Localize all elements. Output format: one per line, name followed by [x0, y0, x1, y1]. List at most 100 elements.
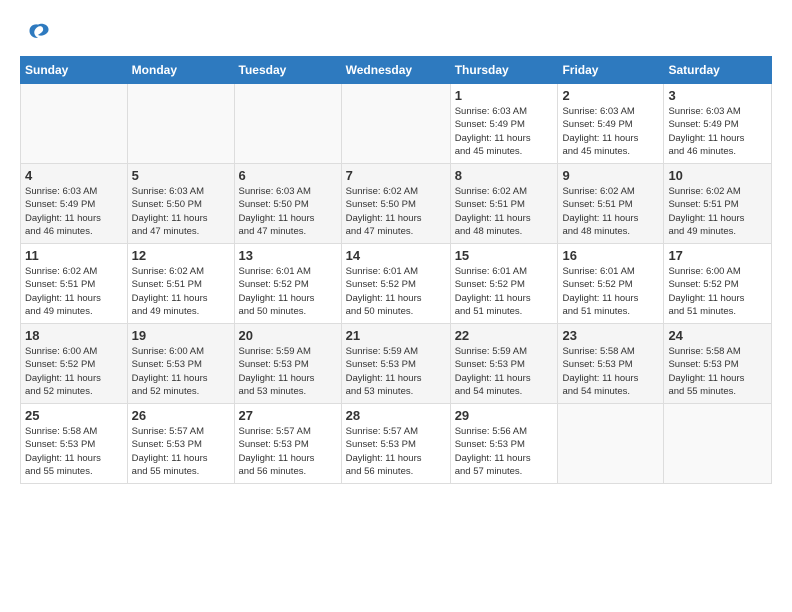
day-number: 28 — [346, 408, 446, 423]
day-number: 4 — [25, 168, 123, 183]
day-info: Sunrise: 6:03 AMSunset: 5:49 PMDaylight:… — [668, 105, 767, 158]
calendar-cell: 9 Sunrise: 6:02 AMSunset: 5:51 PMDaylight… — [558, 164, 664, 244]
day-number: 26 — [132, 408, 230, 423]
day-number: 20 — [239, 328, 337, 343]
day-info: Sunrise: 6:02 AMSunset: 5:51 PMDaylight:… — [25, 265, 123, 318]
day-number: 1 — [455, 88, 554, 103]
day-number: 2 — [562, 88, 659, 103]
calendar-cell — [558, 404, 664, 484]
calendar-cell: 2 Sunrise: 6:03 AMSunset: 5:49 PMDaylight… — [558, 84, 664, 164]
calendar-cell: 23 Sunrise: 5:58 AMSunset: 5:53 PMDayligh… — [558, 324, 664, 404]
calendar-cell: 4 Sunrise: 6:03 AMSunset: 5:49 PMDaylight… — [21, 164, 128, 244]
logo — [20, 20, 52, 48]
calendar-cell: 19 Sunrise: 6:00 AMSunset: 5:53 PMDayligh… — [127, 324, 234, 404]
day-number: 18 — [25, 328, 123, 343]
header-friday: Friday — [558, 57, 664, 84]
day-info: Sunrise: 5:58 AMSunset: 5:53 PMDaylight:… — [668, 345, 767, 398]
calendar-cell: 5Sunrise: 6:03 AMSunset: 5:50 PMDaylight… — [127, 164, 234, 244]
calendar-cell: 10 Sunrise: 6:02 AMSunset: 5:51 PMDayligh… — [664, 164, 772, 244]
day-number: 25 — [25, 408, 123, 423]
header-sunday: Sunday — [21, 57, 128, 84]
day-number: 7 — [346, 168, 446, 183]
calendar-cell: 22 Sunrise: 5:59 AMSunset: 5:53 PMDayligh… — [450, 324, 558, 404]
day-number: 27 — [239, 408, 337, 423]
day-number: 6 — [239, 168, 337, 183]
day-info: Sunrise: 6:01 AMSunset: 5:52 PMDaylight:… — [455, 265, 554, 318]
day-info: Sunrise: 6:01 AMSunset: 5:52 PMDaylight:… — [562, 265, 659, 318]
calendar-cell: 11 Sunrise: 6:02 AMSunset: 5:51 PMDayligh… — [21, 244, 128, 324]
calendar-week-row: 25 Sunrise: 5:58 AMSunset: 5:53 PMDayligh… — [21, 404, 772, 484]
day-number: 16 — [562, 248, 659, 263]
calendar-week-row: 1 Sunrise: 6:03 AMSunset: 5:49 PMDaylight… — [21, 84, 772, 164]
day-number: 23 — [562, 328, 659, 343]
day-number: 15 — [455, 248, 554, 263]
day-number: 22 — [455, 328, 554, 343]
day-info: Sunrise: 5:59 AMSunset: 5:53 PMDaylight:… — [239, 345, 337, 398]
day-number: 8 — [455, 168, 554, 183]
calendar-cell: 3 Sunrise: 6:03 AMSunset: 5:49 PMDaylight… — [664, 84, 772, 164]
day-info: Sunrise: 5:59 AMSunset: 5:53 PMDaylight:… — [455, 345, 554, 398]
calendar-cell: 29 Sunrise: 5:56 AMSunset: 5:53 PMDayligh… — [450, 404, 558, 484]
day-number: 11 — [25, 248, 123, 263]
calendar-cell: 21 Sunrise: 5:59 AMSunset: 5:53 PMDayligh… — [341, 324, 450, 404]
calendar-cell: 16 Sunrise: 6:01 AMSunset: 5:52 PMDayligh… — [558, 244, 664, 324]
day-number: 21 — [346, 328, 446, 343]
calendar-cell: 14 Sunrise: 6:01 AMSunset: 5:52 PMDayligh… — [341, 244, 450, 324]
header-thursday: Thursday — [450, 57, 558, 84]
calendar-cell — [127, 84, 234, 164]
day-info: Sunrise: 6:02 AMSunset: 5:51 PMDaylight:… — [668, 185, 767, 238]
day-info: Sunrise: 6:02 AMSunset: 5:51 PMDaylight:… — [455, 185, 554, 238]
day-info: Sunrise: 6:00 AMSunset: 5:53 PMDaylight:… — [132, 345, 230, 398]
day-number: 29 — [455, 408, 554, 423]
header-wednesday: Wednesday — [341, 57, 450, 84]
day-number: 9 — [562, 168, 659, 183]
header-saturday: Saturday — [664, 57, 772, 84]
day-info: Sunrise: 6:01 AMSunset: 5:52 PMDaylight:… — [239, 265, 337, 318]
calendar-cell: 24Sunrise: 5:58 AMSunset: 5:53 PMDayligh… — [664, 324, 772, 404]
calendar-table: SundayMondayTuesdayWednesdayThursdayFrid… — [20, 56, 772, 484]
day-info: Sunrise: 6:03 AMSunset: 5:49 PMDaylight:… — [455, 105, 554, 158]
day-info: Sunrise: 6:03 AMSunset: 5:49 PMDaylight:… — [562, 105, 659, 158]
calendar-cell: 26Sunrise: 5:57 AMSunset: 5:53 PMDayligh… — [127, 404, 234, 484]
calendar-cell — [21, 84, 128, 164]
calendar-cell: 25 Sunrise: 5:58 AMSunset: 5:53 PMDayligh… — [21, 404, 128, 484]
calendar-header-row: SundayMondayTuesdayWednesdayThursdayFrid… — [21, 57, 772, 84]
day-info: Sunrise: 5:57 AMSunset: 5:53 PMDaylight:… — [346, 425, 446, 478]
day-info: Sunrise: 6:02 AMSunset: 5:50 PMDaylight:… — [346, 185, 446, 238]
day-info: Sunrise: 6:02 AMSunset: 5:51 PMDaylight:… — [132, 265, 230, 318]
calendar-week-row: 11 Sunrise: 6:02 AMSunset: 5:51 PMDayligh… — [21, 244, 772, 324]
day-number: 10 — [668, 168, 767, 183]
calendar-cell: 17 Sunrise: 6:00 AMSunset: 5:52 PMDayligh… — [664, 244, 772, 324]
day-number: 13 — [239, 248, 337, 263]
day-info: Sunrise: 5:58 AMSunset: 5:53 PMDaylight:… — [562, 345, 659, 398]
calendar-cell: 6 Sunrise: 6:03 AMSunset: 5:50 PMDaylight… — [234, 164, 341, 244]
calendar-cell: 20 Sunrise: 5:59 AMSunset: 5:53 PMDayligh… — [234, 324, 341, 404]
calendar-cell: 7 Sunrise: 6:02 AMSunset: 5:50 PMDaylight… — [341, 164, 450, 244]
day-info: Sunrise: 5:58 AMSunset: 5:53 PMDaylight:… — [25, 425, 123, 478]
calendar-cell: 15 Sunrise: 6:01 AMSunset: 5:52 PMDayligh… — [450, 244, 558, 324]
day-info: Sunrise: 6:00 AMSunset: 5:52 PMDaylight:… — [668, 265, 767, 318]
calendar-week-row: 18Sunrise: 6:00 AMSunset: 5:52 PMDayligh… — [21, 324, 772, 404]
calendar-cell: 8 Sunrise: 6:02 AMSunset: 5:51 PMDaylight… — [450, 164, 558, 244]
day-number: 14 — [346, 248, 446, 263]
calendar-cell — [234, 84, 341, 164]
calendar-cell: 27 Sunrise: 5:57 AMSunset: 5:53 PMDayligh… — [234, 404, 341, 484]
logo-bird-icon — [24, 20, 52, 48]
day-info: Sunrise: 6:02 AMSunset: 5:51 PMDaylight:… — [562, 185, 659, 238]
day-number: 19 — [132, 328, 230, 343]
day-number: 3 — [668, 88, 767, 103]
calendar-cell — [341, 84, 450, 164]
calendar-cell: 18Sunrise: 6:00 AMSunset: 5:52 PMDayligh… — [21, 324, 128, 404]
day-info: Sunrise: 5:56 AMSunset: 5:53 PMDaylight:… — [455, 425, 554, 478]
day-info: Sunrise: 6:03 AMSunset: 5:50 PMDaylight:… — [132, 185, 230, 238]
day-number: 17 — [668, 248, 767, 263]
day-info: Sunrise: 5:59 AMSunset: 5:53 PMDaylight:… — [346, 345, 446, 398]
calendar-cell: 13 Sunrise: 6:01 AMSunset: 5:52 PMDayligh… — [234, 244, 341, 324]
day-info: Sunrise: 6:03 AMSunset: 5:49 PMDaylight:… — [25, 185, 123, 238]
calendar-cell: 12Sunrise: 6:02 AMSunset: 5:51 PMDayligh… — [127, 244, 234, 324]
day-info: Sunrise: 6:03 AMSunset: 5:50 PMDaylight:… — [239, 185, 337, 238]
day-info: Sunrise: 5:57 AMSunset: 5:53 PMDaylight:… — [239, 425, 337, 478]
header-monday: Monday — [127, 57, 234, 84]
day-info: Sunrise: 6:01 AMSunset: 5:52 PMDaylight:… — [346, 265, 446, 318]
calendar-week-row: 4 Sunrise: 6:03 AMSunset: 5:49 PMDaylight… — [21, 164, 772, 244]
